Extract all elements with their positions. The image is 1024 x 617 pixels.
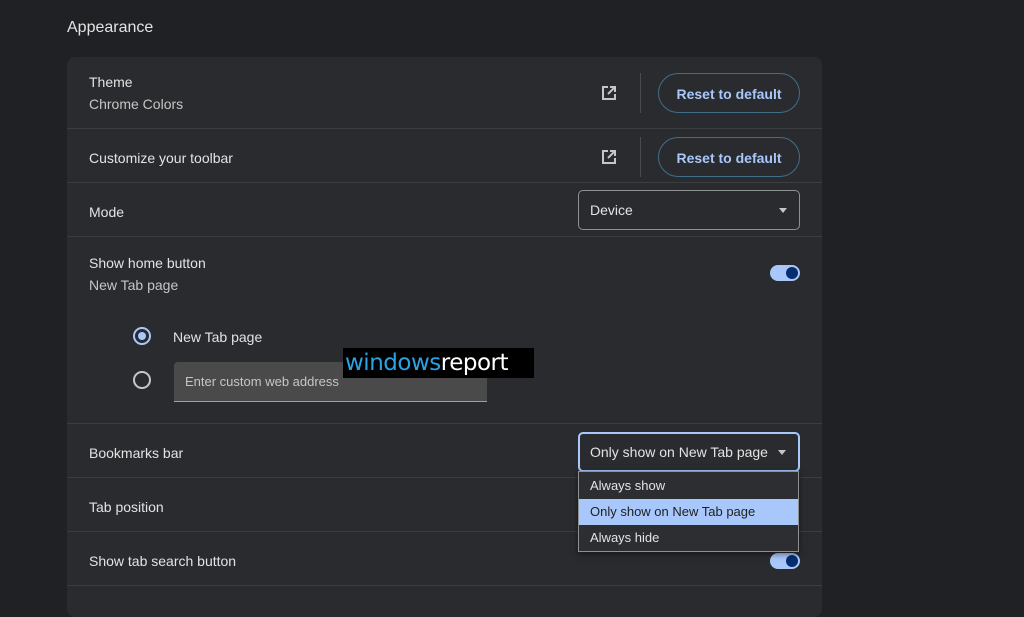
open-in-new-icon[interactable] bbox=[599, 147, 619, 167]
next-row bbox=[67, 585, 822, 617]
radio-new-tab-page[interactable] bbox=[133, 327, 151, 345]
radio-new-tab-page-label[interactable]: New Tab page bbox=[173, 329, 262, 345]
mode-select[interactable]: Device bbox=[578, 190, 800, 230]
theme-value: Chrome Colors bbox=[89, 96, 184, 112]
windowsreport-watermark-logo: windowsreport bbox=[343, 348, 534, 378]
tab-search-toggle[interactable] bbox=[770, 553, 800, 569]
theme-reset-button[interactable]: Reset to default bbox=[658, 73, 800, 113]
theme-separator bbox=[640, 73, 641, 113]
appearance-section-title: Appearance bbox=[67, 19, 154, 36]
mode-label: Mode bbox=[89, 204, 125, 220]
customize-toolbar-separator bbox=[640, 137, 641, 177]
radio-custom-address[interactable] bbox=[133, 371, 151, 389]
home-button-label: Show home button bbox=[89, 255, 206, 271]
mode-select-value: Device bbox=[590, 202, 633, 218]
chevron-down-icon bbox=[779, 208, 787, 213]
customize-toolbar-label: Customize your toolbar bbox=[89, 150, 233, 166]
bookmarks-bar-select[interactable]: Only show on New Tab page bbox=[578, 432, 800, 472]
toggle-knob bbox=[786, 555, 798, 567]
bookmarks-bar-dropdown-list: Always show Only show on New Tab page Al… bbox=[578, 471, 799, 552]
chevron-down-icon bbox=[778, 450, 786, 455]
dropdown-option-only-new-tab[interactable]: Only show on New Tab page bbox=[579, 499, 798, 525]
home-button-sub: New Tab page bbox=[89, 277, 179, 293]
open-in-new-icon[interactable] bbox=[599, 83, 619, 103]
tab-search-label: Show tab search button bbox=[89, 553, 237, 569]
dropdown-option-always-show[interactable]: Always show bbox=[579, 473, 798, 499]
mode-row: Mode Device bbox=[67, 182, 822, 236]
theme-row: Theme Chrome Colors Reset to default bbox=[67, 57, 822, 128]
dropdown-option-always-hide[interactable]: Always hide bbox=[579, 525, 798, 551]
tab-position-label: Tab position bbox=[89, 499, 164, 515]
home-button-toggle[interactable] bbox=[770, 265, 800, 281]
toggle-knob bbox=[786, 267, 798, 279]
bookmarks-bar-label: Bookmarks bar bbox=[89, 445, 184, 461]
customize-toolbar-row: Customize your toolbar Reset to default bbox=[67, 128, 822, 182]
bookmarks-bar-select-value: Only show on New Tab page bbox=[590, 444, 768, 460]
bookmarks-bar-row: Bookmarks bar Only show on New Tab page bbox=[67, 423, 822, 477]
home-button-row: Show home button New Tab page New Tab pa… bbox=[67, 236, 822, 423]
customize-toolbar-reset-button[interactable]: Reset to default bbox=[658, 137, 800, 177]
theme-label: Theme bbox=[89, 74, 133, 90]
